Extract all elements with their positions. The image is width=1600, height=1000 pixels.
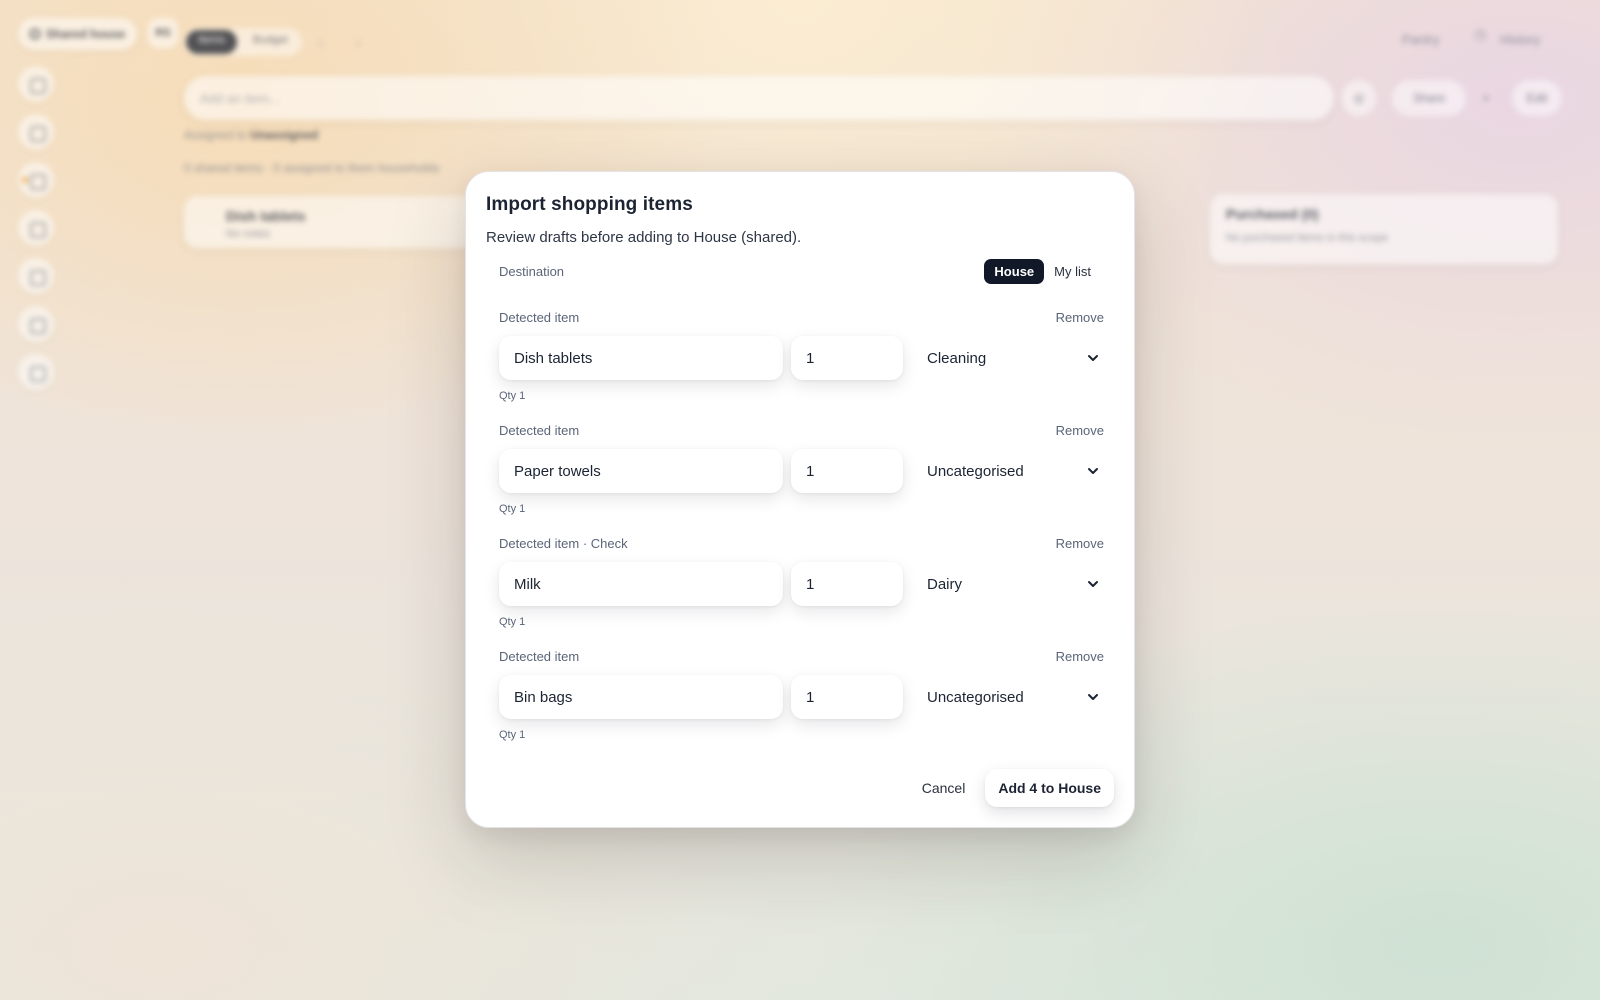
- back-arrow-icon[interactable]: ‹: [318, 34, 323, 50]
- more-icon[interactable]: +: [1472, 80, 1500, 116]
- item-name-input[interactable]: Bin bags: [499, 675, 783, 719]
- add-items-button[interactable]: Add 4 to House: [985, 769, 1114, 807]
- sidebar-money-icon[interactable]: [18, 258, 54, 294]
- history-link[interactable]: History: [1500, 32, 1540, 47]
- destination-house-button[interactable]: House: [984, 258, 1045, 284]
- assigned-label: Assigned to: [184, 128, 247, 142]
- item-name-input[interactable]: Milk: [499, 562, 783, 606]
- chevron-down-icon: [1088, 581, 1098, 587]
- destination-mylist-button[interactable]: My list: [1044, 259, 1101, 284]
- sidebar-notes-icon[interactable]: [18, 210, 54, 246]
- category-select[interactable]: Cleaning: [915, 336, 1104, 380]
- camera-icon[interactable]: ◎: [1342, 80, 1376, 116]
- category-value: Uncategorised: [927, 462, 1024, 480]
- forward-arrow-icon[interactable]: ›: [356, 34, 361, 50]
- house-switcher[interactable]: Shared house: [18, 18, 138, 50]
- draft-item-label: Detected item · Check: [499, 536, 628, 551]
- qty-note: Qty 1: [499, 729, 526, 741]
- dialog-footer: Cancel Add 4 to House: [922, 769, 1114, 807]
- share-button[interactable]: Share: [1392, 80, 1466, 116]
- tab-items[interactable]: Items: [186, 30, 237, 54]
- tab-budget[interactable]: Budget: [241, 30, 300, 54]
- list-item-card[interactable]: Dish tablets No notes: [184, 196, 494, 248]
- edit-button[interactable]: Edit: [1512, 80, 1562, 116]
- add-item-input[interactable]: Add an item...: [184, 76, 1334, 120]
- qty-note: Qty 1: [499, 390, 526, 402]
- category-value: Uncategorised: [927, 688, 1024, 706]
- draft-item: Detected item Remove Paper towels 1 Unca…: [499, 423, 1104, 515]
- category-select[interactable]: Uncategorised: [915, 675, 1104, 719]
- remove-button[interactable]: Remove: [1056, 649, 1104, 665]
- chevron-down-icon: [1088, 468, 1098, 474]
- sidebar-home-icon[interactable]: [18, 66, 54, 102]
- qty-note: Qty 1: [499, 503, 526, 515]
- list-meta: 0 shared items · 0 assigned to them hous…: [184, 161, 440, 175]
- house-icon: [30, 29, 40, 39]
- sidebar: [18, 66, 54, 390]
- user-avatar[interactable]: RS: [148, 18, 178, 48]
- draft-item-label: Detected item: [499, 649, 580, 664]
- item-name-input[interactable]: Paper towels: [499, 449, 783, 493]
- category-select[interactable]: Uncategorised: [915, 449, 1104, 493]
- view-tabs: Items Budget: [184, 28, 302, 56]
- sidebar-shopping-icon[interactable]: [18, 162, 54, 198]
- destination-row: Destination House My list: [486, 258, 1114, 284]
- sidebar-chat-icon[interactable]: [18, 306, 54, 342]
- destination-toggle: House My list: [984, 258, 1101, 284]
- item-qty-input[interactable]: 1: [791, 449, 903, 493]
- qty-note: Qty 1: [499, 616, 526, 628]
- draft-item-label: Detected item: [499, 423, 580, 438]
- draft-item-label: Detected item: [499, 310, 580, 325]
- card-title: Dish tablets: [226, 208, 306, 224]
- item-qty-input[interactable]: 1: [791, 336, 903, 380]
- category-select[interactable]: Dairy: [915, 562, 1104, 606]
- remove-button[interactable]: Remove: [1056, 423, 1104, 439]
- assigned-filter[interactable]: Assigned to Unassigned: [184, 128, 318, 142]
- draft-item: Detected item Remove Dish tablets 1 Clea…: [499, 310, 1104, 402]
- category-value: Dairy: [927, 575, 963, 593]
- dialog-title: Import shopping items: [486, 194, 693, 215]
- item-qty-input[interactable]: 1: [791, 562, 903, 606]
- sidebar-settings-icon[interactable]: [18, 354, 54, 390]
- card-subtitle: No notes: [226, 228, 271, 240]
- dialog-subtitle: Review drafts before adding to House (sh…: [486, 229, 802, 246]
- history-icon: ◷: [1474, 26, 1487, 42]
- draft-item: Detected item · Check Remove Milk 1 Dair…: [499, 536, 1104, 628]
- destination-label: Destination: [499, 263, 565, 279]
- remove-button[interactable]: Remove: [1056, 536, 1104, 552]
- draft-item: Detected item Remove Bin bags 1 Uncatego…: [499, 649, 1104, 741]
- cancel-button[interactable]: Cancel: [922, 780, 966, 796]
- category-value: Cleaning: [927, 349, 987, 367]
- chevron-down-icon: [1088, 355, 1098, 361]
- sidebar-calendar-icon[interactable]: [18, 114, 54, 150]
- item-qty-input[interactable]: 1: [791, 675, 903, 719]
- item-name-input[interactable]: Dish tablets: [499, 336, 783, 380]
- purchased-title: Purchased (0): [1226, 206, 1319, 222]
- assigned-value: Unassigned: [250, 128, 319, 142]
- pantry-link[interactable]: Pantry: [1402, 32, 1440, 47]
- import-dialog: Import shopping items Review drafts befo…: [465, 171, 1135, 828]
- house-switcher-label: Shared house: [46, 27, 126, 41]
- remove-button[interactable]: Remove: [1056, 310, 1104, 326]
- purchased-card: Purchased (0) No purchased items in this…: [1210, 194, 1558, 264]
- chevron-down-icon: [1088, 694, 1098, 700]
- purchased-empty: No purchased items in this scope: [1226, 232, 1389, 244]
